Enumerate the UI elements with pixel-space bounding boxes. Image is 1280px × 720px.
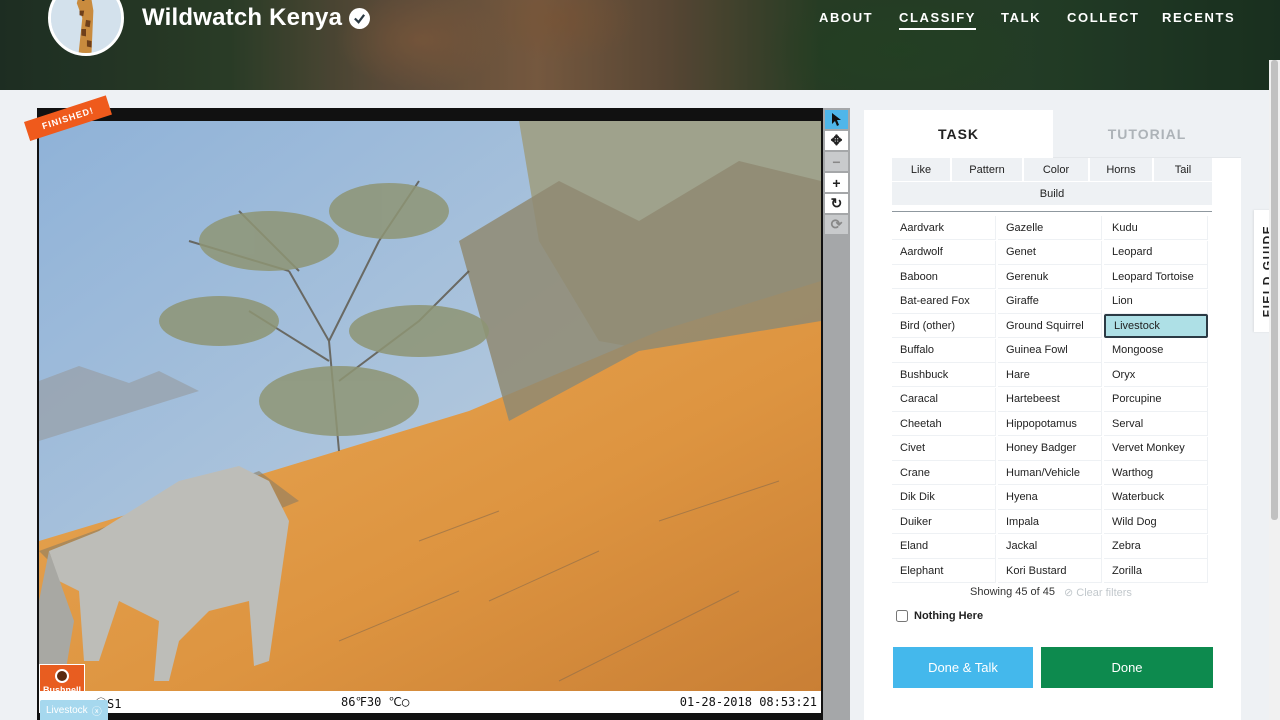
species-option[interactable]: Crane (892, 461, 996, 485)
species-option[interactable]: Jackal (998, 534, 1102, 559)
species-option[interactable]: Porcupine (1104, 387, 1208, 412)
species-option[interactable]: Elephant (892, 559, 996, 583)
rotate-icon[interactable]: ↻ (825, 194, 848, 213)
species-option[interactable]: Dik Dik (892, 485, 996, 510)
species-option[interactable]: Aardvark (892, 216, 996, 240)
species-option[interactable]: Kori Bustard (998, 559, 1102, 583)
page-scrollbar[interactable] (1269, 60, 1280, 720)
clear-filters-button[interactable]: ⊘ Clear filters (1064, 586, 1132, 599)
species-option[interactable]: Duiker (892, 510, 996, 534)
species-option[interactable]: Warthog (1104, 461, 1208, 485)
showing-count: Showing 45 of 45 (970, 586, 1056, 598)
filter-pattern[interactable]: Pattern (952, 158, 1022, 181)
selected-annotation-tag[interactable]: Livestock ⓧ (40, 700, 108, 720)
species-option[interactable]: Lion (1104, 289, 1208, 314)
task-panel: TASK TUTORIAL Like Pattern Color Horns T… (864, 110, 1241, 720)
filter-like[interactable]: Like (892, 158, 950, 181)
tab-tutorial[interactable]: TUTORIAL (1053, 110, 1241, 158)
project-title[interactable]: Wildwatch Kenya (142, 4, 342, 32)
species-option[interactable]: Human/Vehicle (998, 461, 1102, 485)
species-option[interactable]: Zebra (1104, 534, 1208, 559)
verified-icon (349, 8, 370, 29)
species-option[interactable]: Livestock (1104, 314, 1208, 338)
species-option[interactable]: Vervet Monkey (1104, 436, 1208, 461)
nav-collect[interactable]: COLLECT (1067, 10, 1140, 25)
species-option[interactable]: Giraffe (998, 289, 1102, 314)
species-option[interactable]: Kudu (1104, 216, 1208, 240)
filter-divider (892, 211, 1212, 212)
tab-task[interactable]: TASK (864, 110, 1053, 158)
temperature-readout: 86℉30 ℃◯ (341, 695, 410, 709)
species-option[interactable]: Bushbuck (892, 363, 996, 387)
reset-icon[interactable]: ⟳ (825, 215, 848, 234)
species-option[interactable]: Genet (998, 240, 1102, 265)
species-option[interactable]: Cheetah (892, 412, 996, 436)
species-option[interactable]: Ground Squirrel (998, 314, 1102, 338)
subject-viewer[interactable]: Bushnell ⓂS1 86℉30 ℃◯ 01-28-2018 08:53:2… (37, 108, 823, 720)
species-option[interactable]: Civet (892, 436, 996, 461)
filter-color[interactable]: Color (1024, 158, 1088, 181)
species-option[interactable]: Gazelle (998, 216, 1102, 240)
species-option[interactable]: Leopard Tortoise (1104, 265, 1208, 289)
species-option[interactable]: Zorilla (1104, 559, 1208, 583)
nothing-here-label: Nothing Here (914, 610, 984, 622)
filter-horns[interactable]: Horns (1090, 158, 1152, 181)
scrollbar-thumb[interactable] (1271, 60, 1278, 520)
clear-filters-label: Clear filters (1076, 587, 1132, 599)
filter-tail[interactable]: Tail (1154, 158, 1212, 181)
giraffe-logo (51, 0, 121, 53)
species-option[interactable]: Eland (892, 534, 996, 559)
species-option[interactable]: Waterbuck (1104, 485, 1208, 510)
species-option[interactable]: Wild Dog (1104, 510, 1208, 534)
done-button[interactable]: Done (1041, 647, 1213, 688)
species-option[interactable]: Hartebeest (998, 387, 1102, 412)
species-option[interactable]: Aardwolf (892, 240, 996, 265)
species-option[interactable]: Bird (other) (892, 314, 996, 338)
species-option[interactable]: Buffalo (892, 338, 996, 363)
zoom-out-icon[interactable]: − (825, 152, 848, 171)
species-option[interactable]: Hippopotamus (998, 412, 1102, 436)
species-option[interactable]: Bat-eared Fox (892, 289, 996, 314)
annotation-label: Livestock (46, 704, 88, 716)
species-option[interactable]: Serval (1104, 412, 1208, 436)
camera-trap-image[interactable] (39, 121, 821, 691)
filter-build[interactable]: Build (892, 182, 1212, 205)
nav-about[interactable]: ABOUT (819, 10, 873, 25)
species-option[interactable]: Leopard (1104, 240, 1208, 265)
done-and-talk-button[interactable]: Done & Talk (893, 647, 1033, 688)
nav-classify[interactable]: CLASSIFY (899, 10, 977, 30)
pointer-icon[interactable] (825, 110, 848, 129)
species-option[interactable]: Hyena (998, 485, 1102, 510)
camera-info-bar: ⓂS1 86℉30 ℃◯ 01-28-2018 08:53:21 (39, 691, 821, 713)
species-option[interactable]: Caracal (892, 387, 996, 412)
zoom-in-icon[interactable]: + (825, 173, 848, 192)
species-option[interactable]: Impala (998, 510, 1102, 534)
viewer-toolbar: ✥ − + ↻ ⟳ (823, 108, 850, 720)
nothing-here-checkbox[interactable] (896, 610, 908, 622)
species-option[interactable]: Hare (998, 363, 1102, 387)
nav-talk[interactable]: TALK (1001, 10, 1041, 25)
close-icon[interactable]: ⓧ (92, 703, 102, 718)
species-option[interactable]: Mongoose (1104, 338, 1208, 363)
species-option[interactable]: Oryx (1104, 363, 1208, 387)
project-avatar[interactable] (48, 0, 124, 56)
capture-timestamp: 01-28-2018 08:53:21 (679, 695, 817, 709)
species-option[interactable]: Baboon (892, 265, 996, 289)
species-option[interactable]: Gerenuk (998, 265, 1102, 289)
species-option[interactable]: Guinea Fowl (998, 338, 1102, 363)
nav-recents[interactable]: RECENTS (1162, 10, 1235, 25)
nothing-here-option[interactable]: Nothing Here (896, 610, 983, 622)
move-icon[interactable]: ✥ (825, 131, 848, 150)
site-header: Wildwatch Kenya ABOUT CLASSIFY TALK COLL… (0, 0, 1280, 90)
species-option[interactable]: Honey Badger (998, 436, 1102, 461)
clear-icon: ⊘ (1064, 587, 1074, 599)
